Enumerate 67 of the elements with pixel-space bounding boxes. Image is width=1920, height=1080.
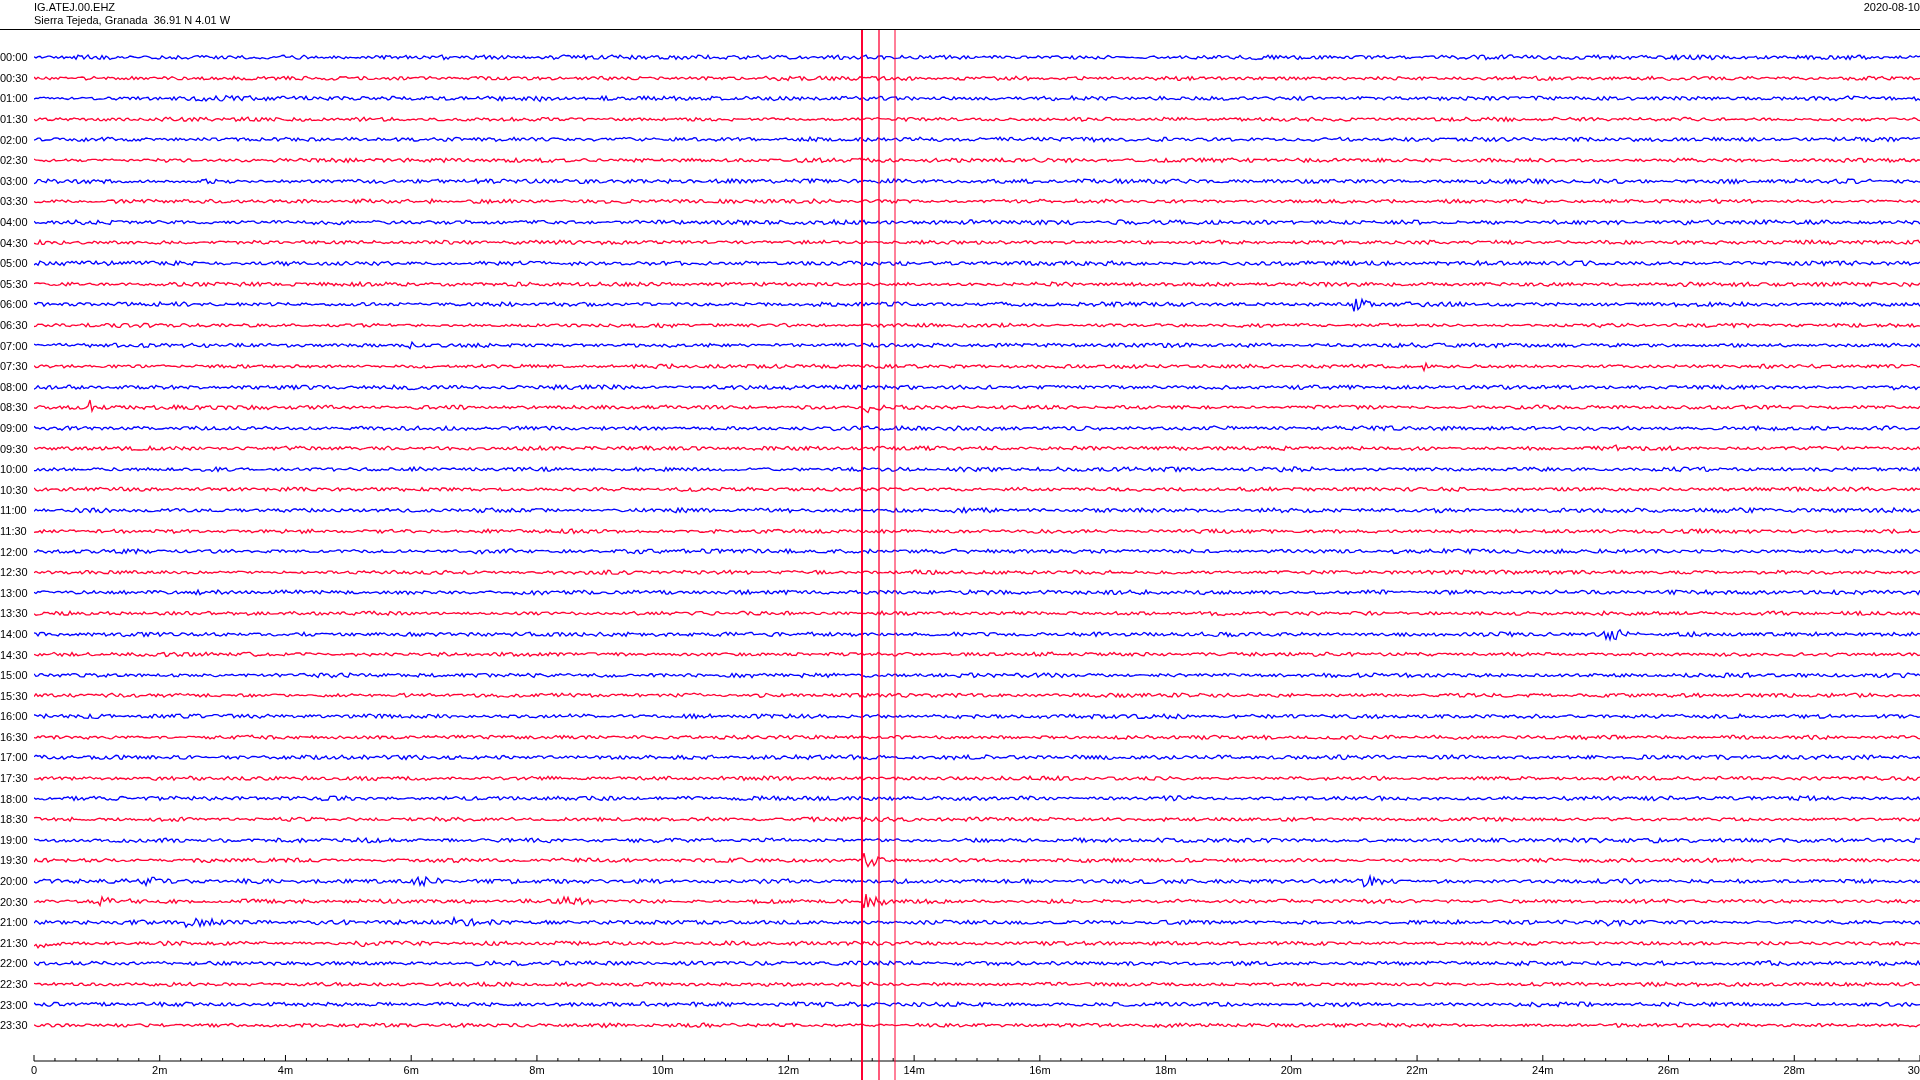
time-label: 13:30 [0, 607, 29, 620]
time-label: 22:00 [0, 957, 29, 970]
axis-label: 26m [1657, 1063, 1680, 1076]
time-label: 03:30 [0, 195, 29, 208]
time-label: 05:00 [0, 257, 29, 270]
time-label: 09:00 [0, 422, 29, 434]
time-label: 16:00 [0, 710, 29, 723]
time-label: 14:00 [0, 627, 29, 640]
time-label: 17:30 [0, 772, 29, 785]
time-label: 00:30 [0, 71, 29, 84]
record-date: 2020-08-10 [1863, 1, 1920, 14]
time-label: 21:00 [0, 916, 29, 929]
time-label: 15:00 [0, 669, 29, 682]
station-code: IG.ATEJ.00.EHZ [34, 1, 117, 14]
time-label: 08:30 [0, 401, 29, 414]
time-label: 18:00 [0, 792, 29, 805]
time-label: 23:30 [0, 1019, 29, 1032]
time-label: 08:00 [0, 380, 29, 393]
axis-label: 28m [1783, 1063, 1805, 1076]
time-label: 11:30 [0, 524, 28, 537]
time-label: 06:00 [0, 298, 29, 311]
time-label: 22:30 [0, 978, 29, 990]
time-label: 12:30 [0, 566, 29, 579]
axis-label: 10m [651, 1063, 674, 1076]
axis-label: 30 [1907, 1063, 1920, 1076]
time-label: 09:30 [0, 442, 29, 455]
time-label: 19:30 [0, 854, 29, 867]
time-label: 23:00 [0, 998, 29, 1011]
time-label: 07:30 [0, 360, 29, 373]
time-label: 04:00 [0, 216, 29, 229]
time-label: 07:00 [0, 339, 29, 352]
time-label: 14:30 [0, 648, 29, 661]
axis-label: 12m [777, 1063, 800, 1076]
time-label: 03:00 [0, 174, 29, 187]
time-label: 20:30 [0, 895, 29, 908]
time-label: 19:00 [0, 833, 29, 846]
time-label: 02:30 [0, 154, 29, 167]
axis-label: 4m [277, 1063, 294, 1076]
time-label: 10:00 [0, 463, 29, 476]
axis-label: 8m [529, 1063, 545, 1076]
axis-label: 2m [152, 1063, 168, 1076]
time-label: 17:00 [0, 751, 29, 764]
axis-label: 24m [1532, 1063, 1554, 1076]
time-label: 16:30 [0, 730, 29, 743]
axis-label: 18m [1154, 1063, 1177, 1076]
time-label: 01:30 [0, 113, 29, 126]
axis-label: 6m [403, 1063, 419, 1076]
time-label: 13:00 [0, 586, 29, 599]
time-label: 11:00 [0, 504, 28, 517]
axis-label: 16m [1029, 1063, 1051, 1076]
time-label: 20:00 [0, 875, 29, 888]
time-label: 04:30 [0, 236, 29, 249]
axis-label: 22m [1406, 1063, 1428, 1076]
time-label: 02:00 [0, 133, 29, 146]
time-label: 01:00 [0, 92, 29, 105]
time-label: 21:30 [0, 936, 29, 949]
time-label: 12:00 [0, 545, 29, 558]
station-location: Sierra Tejeda, Granada 36.91 N 4.01 W [34, 14, 231, 27]
time-label: 15:30 [0, 689, 29, 702]
time-label: 18:30 [0, 813, 29, 826]
time-label: 00:00 [0, 51, 29, 64]
time-label: 10:30 [0, 483, 29, 496]
axis-label: 20m [1280, 1063, 1303, 1076]
time-label: 05:30 [0, 277, 29, 290]
time-label: 06:30 [0, 319, 29, 331]
axis-label: 14m [903, 1063, 925, 1076]
axis-label: 0 [30, 1063, 38, 1076]
